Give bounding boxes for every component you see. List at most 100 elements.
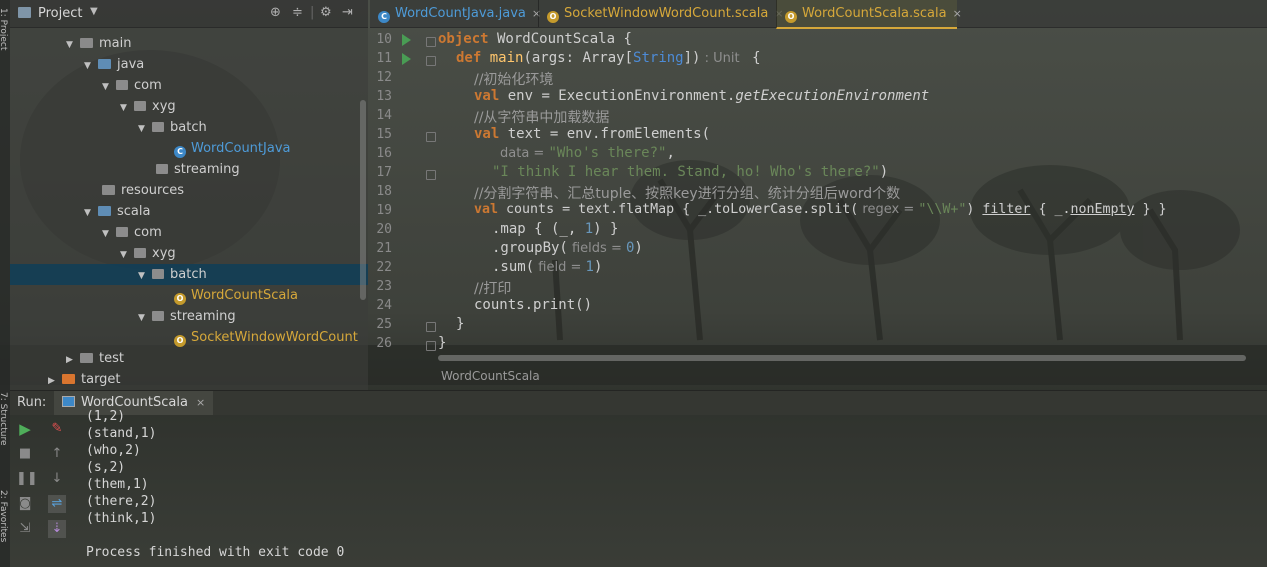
package-icon — [152, 311, 164, 321]
tree-item-streaming[interactable]: ▼ streaming — [138, 306, 236, 327]
breadcrumb[interactable]: WordCountScala — [441, 369, 540, 383]
code-line-17: "I think I hear them. Stand, ho! Who's t… — [492, 164, 888, 180]
scroll-to-end-icon[interactable]: ⇣ — [48, 520, 66, 538]
tree-item-batch[interactable]: ▼ batch — [138, 117, 207, 138]
tree-item-streaming[interactable]: streaming — [156, 159, 240, 180]
pause-icon[interactable]: ❚❚ — [16, 470, 38, 488]
fold-marker-icon[interactable] — [426, 37, 436, 47]
expanded-arrow-icon[interactable]: ▼ — [138, 308, 152, 329]
expanded-arrow-icon[interactable]: ▼ — [120, 98, 134, 119]
rerun-icon[interactable]: ▶ — [16, 420, 34, 438]
expanded-arrow-icon[interactable]: ▼ — [102, 77, 116, 98]
project-view-selector[interactable]: Project — [38, 6, 82, 21]
tree-item-socketwindowwordcount[interactable]: O SocketWindowWordCount — [174, 327, 358, 348]
expanded-arrow-icon[interactable]: ▼ — [120, 245, 134, 266]
code-line-14: //从字符串中加载数据 — [474, 110, 610, 126]
login-icon[interactable]: ⇲ — [16, 520, 34, 538]
code-line-13: val env = ExecutionEnvironment.getExecut… — [474, 88, 929, 104]
expanded-arrow-icon[interactable]: ▼ — [84, 203, 98, 224]
code-line-25: } — [456, 316, 465, 332]
package-icon — [134, 101, 146, 111]
tree-item-label: xyg — [152, 99, 176, 114]
gear-icon[interactable]: ⚙ — [320, 5, 332, 20]
string-literal: "Who's there?" — [548, 145, 667, 161]
tree-item-com[interactable]: ▼ com — [102, 222, 162, 243]
tree-item-label: target — [81, 372, 121, 387]
tree-item-batch-selected[interactable]: ▼ batch — [10, 264, 368, 285]
line-number: 14 — [376, 108, 392, 123]
code-text: counts = text.flatMap { _.toLowerCase.sp… — [498, 202, 859, 217]
project-scrollbar[interactable] — [360, 100, 366, 300]
expanded-arrow-icon[interactable]: ▼ — [138, 266, 152, 287]
chevron-down-icon[interactable]: ▼ — [90, 6, 98, 17]
tree-item-target[interactable]: ▶ target — [48, 369, 121, 390]
code-line-19: val counts = text.flatMap { _.toLowerCas… — [474, 202, 1167, 217]
collapse-icon[interactable]: ≑ — [292, 5, 303, 20]
fold-marker-icon[interactable] — [426, 341, 436, 351]
tree-item-label: WordCountScala — [191, 288, 298, 303]
stop-icon[interactable]: ■ — [16, 445, 34, 463]
left-tool-stripe: 1: Project 7: Structure 2: Favorites — [0, 0, 10, 567]
keyword: object — [438, 31, 489, 47]
tab-wordcountscala[interactable]: O WordCountScala.scala × — [776, 0, 962, 29]
expanded-arrow-icon[interactable]: ▼ — [102, 224, 116, 245]
project-tool-button[interactable]: 1: Project — [0, 8, 8, 50]
tree-item-scala[interactable]: ▼ scala — [84, 201, 150, 222]
favorites-tool-button[interactable]: 2: Favorites — [0, 490, 8, 542]
fold-marker-icon[interactable] — [426, 132, 436, 142]
code-text: { _. — [1030, 202, 1071, 217]
tree-item-test[interactable]: ▶ test — [66, 348, 124, 369]
code-text: ) } — [593, 221, 619, 237]
expanded-arrow-icon[interactable]: ▼ — [66, 35, 80, 56]
line-number: 22 — [376, 260, 392, 275]
target-icon[interactable]: ⊕ — [270, 5, 281, 20]
source-folder-icon — [98, 206, 111, 216]
tree-item-wordcountjava[interactable]: C WordCountJava — [174, 138, 290, 159]
collapsed-arrow-icon[interactable]: ▶ — [66, 350, 80, 371]
expanded-arrow-icon[interactable]: ▼ — [84, 56, 98, 77]
expanded-arrow-icon[interactable]: ▼ — [138, 119, 152, 140]
scala-object-icon: O — [174, 293, 186, 305]
string-literal: "I think I hear them. Stand, ho! Who's t… — [492, 164, 880, 180]
line-number: 11 — [376, 51, 392, 66]
tab-socketwindowwordcount[interactable]: OSocketWindowWordCount.scala× — [538, 0, 785, 27]
tree-item-resources[interactable]: resources — [102, 180, 184, 201]
console-output[interactable]: (1,2) (stand,1) (who,2) (s,2) (them,1) (… — [86, 408, 986, 567]
tree-item-wordcountscala[interactable]: O WordCountScala — [174, 285, 298, 306]
run-gutter-icon[interactable] — [402, 53, 411, 65]
down-arrow-icon[interactable]: ↓ — [48, 470, 66, 488]
tab-wordcountjava[interactable]: C WordCountJava.java × — [370, 0, 544, 27]
code-text: ) — [593, 259, 603, 275]
tree-item-label: SocketWindowWordCount — [191, 330, 358, 345]
close-icon[interactable]: × — [953, 7, 962, 20]
up-arrow-icon[interactable]: ↑ — [48, 445, 66, 463]
fold-marker-icon[interactable] — [426, 56, 436, 66]
tree-item-xyg[interactable]: ▼ xyg — [120, 96, 176, 117]
line-number: 15 — [376, 127, 392, 142]
editor-horizontal-scrollbar[interactable] — [438, 355, 1246, 361]
fold-marker-icon[interactable] — [426, 322, 436, 332]
line-number: 25 — [376, 317, 392, 332]
tree-item-label: main — [99, 36, 132, 51]
package-icon — [152, 122, 164, 132]
camera-icon[interactable]: ◙ — [16, 495, 34, 513]
console-line: (stand,1) — [86, 426, 157, 441]
tree-item-com[interactable]: ▼ com — [102, 75, 162, 96]
code-line-18: //分割字符串、汇总tuple、按照key进行分组、统计分组后word个数 — [474, 186, 901, 202]
type-hint: : Unit — [700, 51, 744, 66]
hide-icon[interactable]: ⇥ — [342, 5, 353, 20]
project-panel-header: Project ▼ ⊕ ≑ | ⚙ ⇥ — [10, 0, 368, 28]
run-gutter-icon[interactable] — [402, 34, 411, 46]
tree-item-xyg[interactable]: ▼ xyg — [120, 243, 176, 264]
code-line-24: counts.print() — [474, 297, 593, 313]
package-icon — [116, 80, 128, 90]
tree-item-main[interactable]: ▼ main — [66, 33, 131, 54]
fold-marker-icon[interactable] — [426, 170, 436, 180]
edit-config-icon[interactable]: ✎ — [48, 420, 66, 438]
code-editor[interactable]: 10 11 12 13 14 15 16 17 18 19 20 21 22 2… — [370, 28, 1267, 385]
tree-item-java[interactable]: ▼ java — [84, 54, 144, 75]
collapsed-arrow-icon[interactable]: ▶ — [48, 371, 62, 392]
structure-tool-button[interactable]: 7: Structure — [0, 392, 8, 446]
code-line-11: def main(args: Array[String]) : Unit { — [456, 50, 761, 66]
soft-wrap-icon[interactable]: ⇌ — [48, 495, 66, 513]
